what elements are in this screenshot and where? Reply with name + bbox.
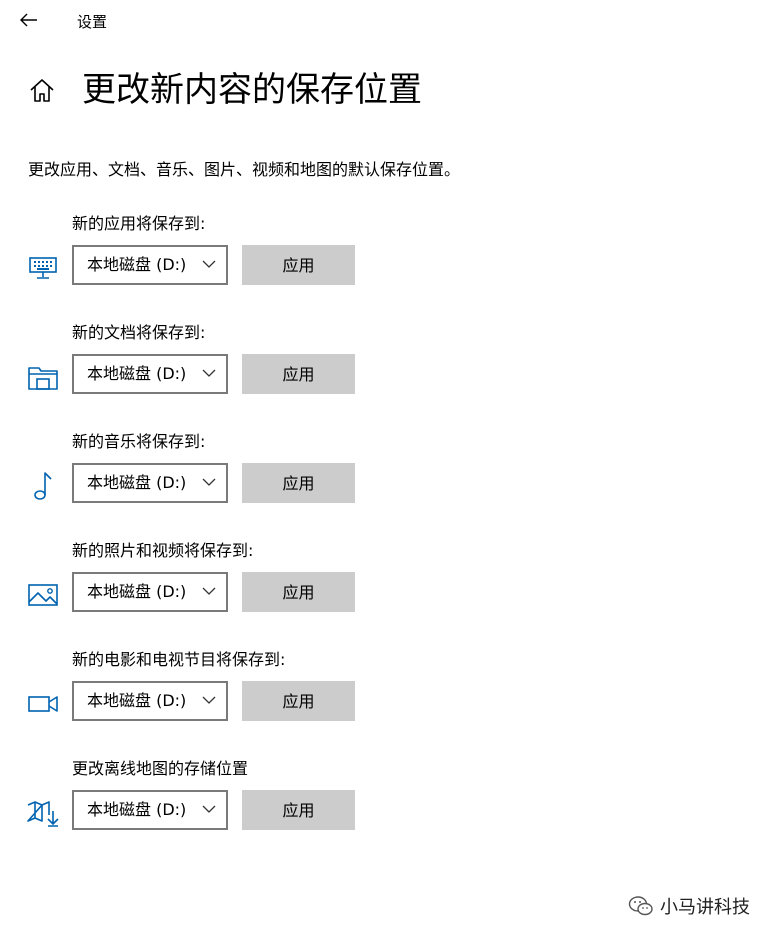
- apply-button-pictures[interactable]: 应用: [242, 572, 355, 612]
- chevron-down-icon: [202, 587, 216, 595]
- apply-button-documents[interactable]: 应用: [242, 354, 355, 394]
- drive-select-documents[interactable]: 本地磁盘 (D:): [72, 354, 228, 394]
- monitor-keyboard-icon: [26, 252, 60, 284]
- watermark-text: 小马讲科技: [660, 897, 750, 918]
- title-bar: 设置: [0, 0, 784, 40]
- setting-label: 更改离线地图的存储位置: [72, 759, 249, 778]
- page-title: 更改新内容的保存位置: [82, 70, 422, 110]
- pictures-icon: [26, 579, 60, 611]
- apply-button-offline-maps[interactable]: 应用: [242, 790, 355, 830]
- apply-button-movies[interactable]: 应用: [242, 681, 355, 721]
- page-description: 更改应用、文档、音乐、图片、视频和地图的默认保存位置。: [28, 160, 461, 179]
- drive-select-music[interactable]: 本地磁盘 (D:): [72, 463, 228, 503]
- setting-pictures: 新的照片和视频将保存到: 本地磁盘 (D:) 应用: [0, 539, 784, 639]
- app-title: 设置: [77, 13, 108, 31]
- home-icon[interactable]: [28, 76, 56, 106]
- drive-select-pictures[interactable]: 本地磁盘 (D:): [72, 572, 228, 612]
- apply-button-apps[interactable]: 应用: [242, 245, 355, 285]
- chevron-down-icon: [202, 260, 216, 268]
- drive-select-value: 本地磁盘 (D:): [87, 255, 187, 274]
- chevron-down-icon: [202, 478, 216, 486]
- setting-documents: 新的文档将保存到: 本地磁盘 (D:) 应用: [0, 321, 784, 421]
- setting-movies: 新的电影和电视节目将保存到: 本地磁盘 (D:) 应用: [0, 648, 784, 748]
- setting-music: 新的音乐将保存到: 本地磁盘 (D:) 应用: [0, 430, 784, 530]
- drive-select-value: 本地磁盘 (D:): [87, 582, 187, 601]
- chevron-down-icon: [202, 805, 216, 813]
- back-arrow-icon: [20, 13, 37, 27]
- setting-apps: 新的应用将保存到: 本地磁盘 (D:) 应用: [0, 212, 784, 312]
- drive-select-value: 本地磁盘 (D:): [87, 364, 187, 383]
- documents-folder-icon: [26, 361, 60, 393]
- drive-select-value: 本地磁盘 (D:): [87, 473, 187, 492]
- drive-select-value: 本地磁盘 (D:): [87, 691, 187, 710]
- back-button[interactable]: [14, 6, 44, 34]
- chevron-down-icon: [202, 696, 216, 704]
- chevron-down-icon: [202, 369, 216, 377]
- drive-select-apps[interactable]: 本地磁盘 (D:): [72, 245, 228, 285]
- setting-label: 新的电影和电视节目将保存到:: [72, 650, 286, 669]
- wechat-icon: [628, 896, 653, 916]
- setting-label: 新的文档将保存到:: [72, 323, 206, 342]
- offline-map-icon: [26, 797, 60, 829]
- video-camera-icon: [26, 688, 60, 720]
- drive-select-offline-maps[interactable]: 本地磁盘 (D:): [72, 790, 228, 830]
- setting-label: 新的照片和视频将保存到:: [72, 541, 254, 560]
- drive-select-movies[interactable]: 本地磁盘 (D:): [72, 681, 228, 721]
- watermark: 小马讲科技: [628, 892, 750, 920]
- setting-label: 新的音乐将保存到:: [72, 432, 206, 451]
- setting-offline-maps: 更改离线地图的存储位置 本地磁盘 (D:) 应用: [0, 757, 784, 857]
- drive-select-value: 本地磁盘 (D:): [87, 800, 187, 819]
- music-note-icon: [26, 470, 60, 502]
- setting-label: 新的应用将保存到:: [72, 214, 206, 233]
- apply-button-music[interactable]: 应用: [242, 463, 355, 503]
